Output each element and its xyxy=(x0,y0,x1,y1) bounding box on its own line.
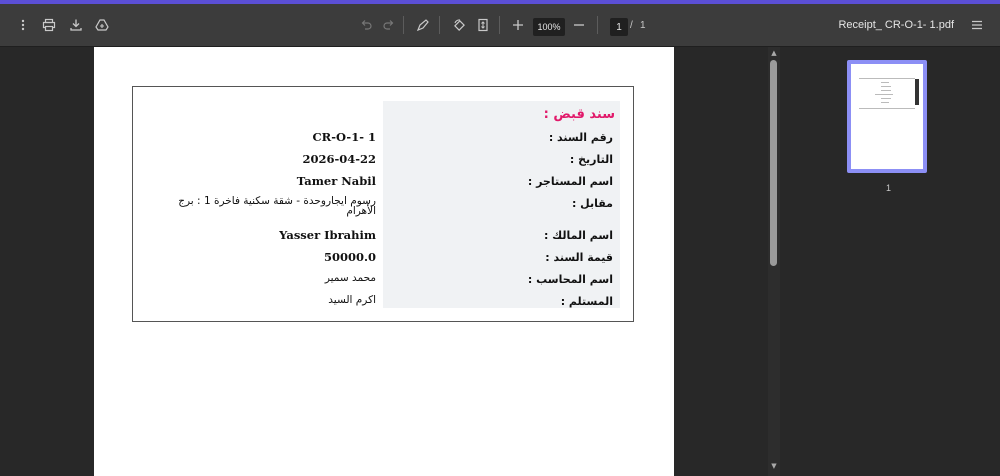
owner-label: اسم المالك : xyxy=(543,229,613,242)
printer-icon[interactable] xyxy=(36,12,62,38)
drive-icon[interactable] xyxy=(89,12,115,38)
accountant-value: محمد سمير xyxy=(324,272,376,284)
document-viewer[interactable]: سند قبض : رقم السند : CR-O-1- 1 التاريخ … xyxy=(0,47,768,476)
page-separator: / xyxy=(630,20,633,31)
thumbnail-sidebar: 1 xyxy=(780,47,1000,476)
date-label: التاريخ : xyxy=(569,153,613,166)
amount-value: 50000.0 xyxy=(323,250,376,264)
accountant-label: اسم المحاسب : xyxy=(527,273,613,286)
scroll-down-icon[interactable]: ▼ xyxy=(770,462,778,470)
redo-icon[interactable] xyxy=(376,12,402,38)
owner-value: Yasser Ibrahim xyxy=(279,228,376,242)
toolbar-separator xyxy=(499,16,500,34)
thumbnail-page-number: 1 xyxy=(886,183,892,193)
pdf-toolbar: 100% 1 / 1 Receipt_ CR-O-1- 1.pdf xyxy=(0,4,1000,47)
thumbnail-content-line xyxy=(881,90,891,91)
page-total: 1 xyxy=(640,20,646,31)
amount-label: قيمة السند : xyxy=(545,251,613,264)
thumbnail-content-line xyxy=(881,86,891,87)
download-icon[interactable] xyxy=(63,12,89,38)
thumbnail-content-line xyxy=(859,78,915,79)
fit-page-icon[interactable] xyxy=(470,12,496,38)
scroll-up-icon[interactable]: ▲ xyxy=(770,49,778,57)
receipt-heading: سند قبض : xyxy=(543,107,615,122)
recipient-label: المستلم : xyxy=(560,295,613,308)
thumbnail-content-block xyxy=(915,79,919,105)
zoom-in-icon[interactable] xyxy=(505,12,531,38)
kebab-menu-icon[interactable] xyxy=(10,12,36,38)
thumbnail-content-line xyxy=(859,108,915,109)
page-number-input[interactable]: 1 xyxy=(610,18,628,36)
page-thumbnail[interactable] xyxy=(847,60,927,173)
tenant-value: Tamer Nabil xyxy=(296,174,376,188)
vertical-scrollbar[interactable]: ▲ ▼ xyxy=(768,47,780,476)
for-value: رسوم ايجاروحدة - شقة سكنية فاخرة 1 : برج… xyxy=(178,195,376,217)
toolbar-separator xyxy=(439,16,440,34)
pdf-page: سند قبض : رقم السند : CR-O-1- 1 التاريخ … xyxy=(94,47,674,476)
zoom-level-input[interactable]: 100% xyxy=(533,18,565,36)
tenant-label: اسم المستاجر : xyxy=(527,175,613,188)
thumbnail-content-line xyxy=(881,102,889,103)
toolbar-separator xyxy=(597,16,598,34)
rotate-icon[interactable] xyxy=(446,12,472,38)
recipient-value: اكرم السيد xyxy=(328,294,376,306)
document-title: Receipt_ CR-O-1- 1.pdf xyxy=(838,19,954,31)
thumbnail-content-line xyxy=(875,94,893,95)
receipt-box: سند قبض : رقم السند : CR-O-1- 1 التاريخ … xyxy=(132,86,634,322)
receipt-number-value: CR-O-1- 1 xyxy=(312,130,376,144)
toolbar-separator xyxy=(403,16,404,34)
scrollbar-thumb[interactable] xyxy=(770,60,777,266)
thumbnail-content-line xyxy=(881,98,891,99)
date-value: 2026-04-22 xyxy=(302,152,376,166)
receipt-number-label: رقم السند : xyxy=(548,131,613,144)
for-label: مقابل : xyxy=(571,197,613,210)
zoom-out-icon[interactable] xyxy=(566,12,592,38)
draw-icon[interactable] xyxy=(410,12,436,38)
thumbnail-content-line xyxy=(881,82,889,83)
hamburger-menu-icon[interactable] xyxy=(964,12,990,38)
